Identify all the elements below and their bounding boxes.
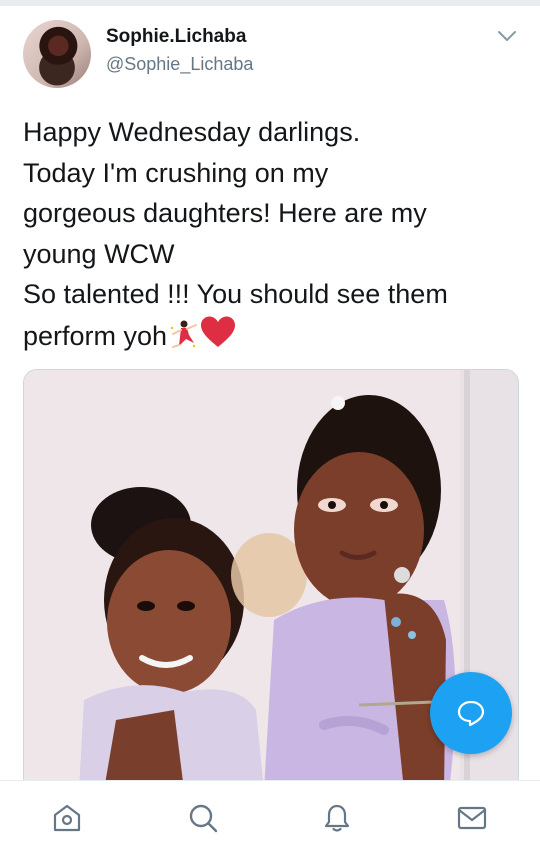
tweet-text-line: Happy Wednesday darlings. bbox=[23, 117, 361, 147]
display-name[interactable]: Sophie.Lichaba bbox=[106, 26, 246, 48]
avatar[interactable] bbox=[23, 20, 91, 88]
tweet-text-line-last: perform yoh bbox=[23, 315, 523, 357]
dancer-emoji bbox=[170, 320, 198, 348]
tab-notifications[interactable] bbox=[320, 801, 354, 835]
tab-messages[interactable] bbox=[455, 801, 489, 835]
user-handle[interactable]: @Sophie_Lichaba bbox=[106, 54, 253, 75]
tab-search[interactable] bbox=[186, 801, 220, 835]
tweet: Sophie.Lichaba @Sophie_Lichaba Happy Wed… bbox=[0, 6, 540, 791]
bottom-tab-bar bbox=[0, 780, 540, 856]
tweet-text-line: Today I'm crushing on my bbox=[23, 157, 329, 188]
compose-reply-button[interactable] bbox=[430, 672, 512, 754]
tweet-text-line: gorgeous daughters! Here are my bbox=[23, 198, 427, 228]
search-icon bbox=[189, 804, 218, 833]
tab-home[interactable] bbox=[50, 801, 84, 835]
chevron-down-icon[interactable] bbox=[496, 28, 518, 44]
tweet-text-line: young WCW bbox=[23, 238, 175, 269]
tweet-text: Happy Wednesday darlings. Today I'm crus… bbox=[23, 112, 523, 356]
notifications-bell-icon bbox=[324, 804, 350, 832]
tweet-text-line: So talented !!! You should see them bbox=[23, 279, 448, 309]
speech-bubble-icon bbox=[457, 700, 485, 727]
tweet-text-line: perform yoh bbox=[23, 320, 168, 351]
heart-emoji bbox=[201, 316, 236, 347]
messages-envelope-icon bbox=[457, 806, 487, 830]
home-icon bbox=[53, 804, 81, 832]
